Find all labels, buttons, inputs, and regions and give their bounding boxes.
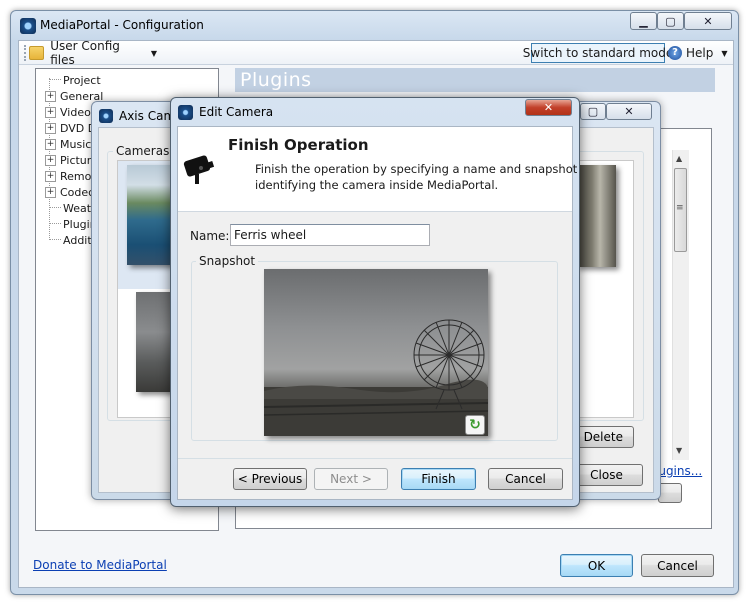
tree-item-label: Music (60, 137, 92, 151)
help-label: Help (686, 46, 714, 60)
tree-connector-dots (49, 223, 61, 225)
name-label: Name: (190, 229, 230, 243)
cameras-group-label: Cameras (113, 144, 173, 158)
expand-icon[interactable]: + (45, 138, 56, 150)
help-chevron-icon: ▼ (721, 48, 728, 58)
scroll-grip-icon: ≡ (676, 203, 684, 213)
tree-item[interactable]: Plugin (45, 217, 97, 231)
maximize-button[interactable]: ▢ (657, 12, 684, 30)
tree-connector-dots (49, 207, 61, 209)
previous-button[interactable]: < Previous (233, 468, 307, 490)
edit-dialog-title: Edit Camera (199, 105, 274, 119)
window-title: MediaPortal - Configuration (40, 18, 204, 32)
wizard-cancel-button[interactable]: Cancel (488, 468, 563, 490)
expand-icon[interactable]: + (45, 90, 56, 102)
camera-icon (183, 155, 215, 184)
donate-link[interactable]: Donate to MediaPortal (33, 558, 167, 572)
tree-item[interactable]: Project (45, 73, 101, 87)
axis-restore-button[interactable]: ▢ (580, 103, 606, 120)
edit-app-icon (178, 105, 193, 120)
expand-icon[interactable]: + (45, 186, 56, 198)
help-button[interactable]: ? Help ▼ (668, 44, 730, 62)
cancel-button[interactable]: Cancel (641, 554, 714, 577)
app-icon (20, 18, 36, 34)
tree-item[interactable]: + Picture (45, 153, 98, 167)
edit-close-button[interactable]: ✕ (525, 99, 572, 116)
minimize-button[interactable]: ▁ (630, 12, 657, 30)
scroll-up-icon[interactable]: ▲ (676, 154, 682, 163)
tree-item-label: Codec (60, 185, 95, 199)
toolbar-grip (24, 45, 27, 61)
axis-close-button[interactable]: ✕ (606, 103, 652, 120)
snapshot-image[interactable] (264, 269, 488, 436)
expand-icon[interactable]: + (45, 170, 56, 182)
tree-connector-dots (49, 239, 61, 241)
finish-button[interactable]: Finish (401, 468, 476, 490)
tree-item[interactable]: + Remot (45, 169, 96, 183)
next-button[interactable]: Next > (314, 468, 388, 490)
refresh-button[interactable]: ↻ (465, 415, 485, 435)
axis-close-dialog-button[interactable]: Close (570, 464, 643, 486)
wizard-separator (178, 458, 572, 459)
tree-item[interactable]: + DVD D (45, 121, 96, 135)
wizard-heading: Finish Operation (228, 136, 369, 154)
expand-icon[interactable]: + (45, 122, 56, 134)
help-icon: ? (668, 46, 682, 60)
chevron-down-icon: ▼ (150, 48, 157, 58)
expand-icon[interactable]: + (45, 154, 56, 166)
name-input[interactable]: Ferris wheel (230, 224, 430, 246)
user-config-label: User Config files (50, 39, 120, 67)
hidden-panel-button[interactable] (658, 483, 682, 503)
axis-app-icon (99, 109, 113, 123)
refresh-icon: ↻ (469, 417, 481, 433)
tree-connector-dots (49, 79, 61, 81)
close-button[interactable]: ✕ (684, 12, 732, 30)
scroll-down-icon[interactable]: ▼ (676, 446, 682, 455)
camera-thumbnail-pool[interactable] (127, 165, 175, 265)
switch-mode-button[interactable]: Switch to standard mode (523, 43, 673, 63)
tree-item[interactable]: + Videos (45, 105, 97, 119)
tree-item-label: Project (63, 73, 101, 87)
tree-item[interactable]: + Music (45, 137, 91, 151)
delete-label: Delete (583, 430, 623, 444)
snapshot-group-label: Snapshot (196, 254, 259, 268)
plugins-link[interactable]: lugins... (655, 464, 702, 478)
wizard-description-line1: Finish the operation by specifying a nam… (255, 162, 578, 176)
expand-icon[interactable]: + (45, 106, 56, 118)
folder-icon (29, 46, 45, 60)
user-config-button[interactable]: User Config files ▼ (29, 39, 157, 67)
ok-button[interactable]: OK (560, 554, 633, 577)
tree-item[interactable]: + Codec (45, 185, 94, 199)
wizard-description-line2: identifying the camera inside MediaPorta… (255, 178, 499, 192)
camera-thumbnail-window[interactable] (576, 165, 616, 267)
plugins-title: Plugins (240, 69, 312, 91)
